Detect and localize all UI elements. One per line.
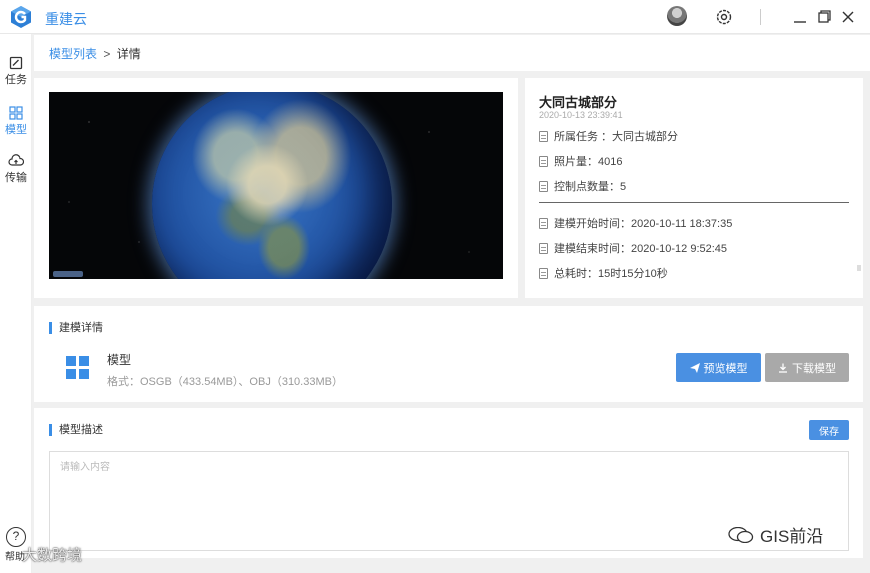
globe-image bbox=[152, 92, 392, 279]
build-detail-title: 建模详情 bbox=[49, 322, 103, 334]
model-title: 大同古城部分 bbox=[539, 95, 618, 110]
document-icon bbox=[539, 242, 548, 254]
info-divider bbox=[539, 202, 849, 203]
app-title: 重建云 bbox=[45, 11, 87, 27]
scrollbar-thumb[interactable] bbox=[857, 265, 861, 271]
document-icon bbox=[539, 180, 548, 192]
watermark-right-label: GIS前沿 bbox=[760, 527, 824, 546]
thumbnail-logo bbox=[53, 271, 83, 277]
sidebar-item-model[interactable]: 模型 bbox=[0, 106, 32, 146]
info-control-points-row: 控制点数量：5 bbox=[539, 178, 626, 194]
info-duration-row: 总耗时：15时15分10秒 bbox=[539, 265, 668, 281]
breadcrumb: 模型列表 > 详情 bbox=[34, 35, 870, 71]
watermark-right: GIS前沿 bbox=[728, 522, 823, 547]
sidebar-item-task[interactable]: 任务 bbox=[0, 56, 32, 96]
watermark-left: 大数跨境 bbox=[22, 546, 83, 564]
download-model-label: 下载模型 bbox=[792, 362, 836, 375]
info-start-time-row: 建模开始时间：2020-10-11 18:37:35 bbox=[539, 215, 732, 231]
info-end-time-row: 建模结束时间：2020-10-12 9:52:45 bbox=[539, 240, 727, 256]
model-created-date: 2020-10-13 23:39:41 bbox=[539, 110, 623, 120]
model-info-panel: 大同古城部分 2020-10-13 23:39:41 所属任务 ：大同古城部分 … bbox=[525, 78, 863, 298]
info-task-row: 所属任务 ：大同古城部分 bbox=[539, 128, 678, 144]
task-icon bbox=[9, 56, 23, 70]
title-bar: 重建云 bbox=[0, 0, 870, 34]
app-logo-icon bbox=[11, 6, 31, 28]
model-preview-panel bbox=[34, 78, 518, 298]
cloud-upload-icon bbox=[8, 154, 24, 166]
close-icon[interactable] bbox=[837, 6, 859, 28]
info-photos-row: 照片量：4016 bbox=[539, 153, 622, 169]
sidebar-item-transfer[interactable]: 传输 bbox=[0, 154, 32, 194]
sidebar-item-label: 任务 bbox=[5, 74, 27, 86]
download-icon bbox=[779, 363, 787, 373]
description-title: 模型描述 bbox=[49, 424, 103, 436]
info-end-time: 建模结束时间：2020-10-12 9:52:45 bbox=[554, 243, 728, 255]
wechat-icon bbox=[728, 526, 754, 543]
model-grid-icon bbox=[9, 106, 23, 120]
side-nav: 任务 模型 传输 bbox=[0, 34, 32, 573]
titlebar-divider bbox=[760, 9, 761, 25]
info-photos: 照片量：4016 bbox=[554, 156, 623, 168]
info-duration: 总耗时：15时15分10秒 bbox=[554, 268, 668, 280]
breadcrumb-model-list[interactable]: 模型列表 bbox=[49, 47, 97, 61]
build-detail-panel: 建模详情 模型 格式：OSGB（433.54MB）、OBJ（310.33MB） … bbox=[34, 306, 863, 402]
model-thumbnail[interactable] bbox=[49, 92, 503, 279]
breadcrumb-separator: > bbox=[103, 47, 111, 61]
breadcrumb-current: 详情 bbox=[116, 47, 141, 61]
document-icon bbox=[539, 155, 548, 167]
avatar[interactable] bbox=[667, 6, 687, 26]
info-task: 所属任务 ：大同古城部分 bbox=[554, 131, 679, 143]
sidebar-item-label: 模型 bbox=[5, 124, 27, 136]
document-icon bbox=[539, 267, 548, 279]
save-button[interactable]: 保存 bbox=[809, 420, 849, 440]
model-grid-icon bbox=[66, 356, 90, 380]
preview-model-label: 预览模型 bbox=[703, 362, 748, 375]
model-name: 模型 bbox=[107, 353, 132, 367]
send-icon bbox=[689, 362, 700, 373]
maximize-icon[interactable] bbox=[813, 6, 835, 28]
document-icon bbox=[539, 217, 548, 229]
document-icon bbox=[539, 130, 548, 142]
preview-model-button[interactable]: 预览模型 bbox=[676, 353, 761, 382]
sidebar-item-label: 传输 bbox=[5, 172, 27, 184]
download-model-button[interactable]: 下载模型 bbox=[765, 353, 849, 382]
gear-icon[interactable] bbox=[713, 6, 735, 28]
info-control-points: 控制点数量：5 bbox=[554, 181, 627, 193]
model-format: 格式：OSGB（433.54MB）、OBJ（310.33MB） bbox=[107, 376, 343, 388]
minimize-icon[interactable] bbox=[789, 6, 811, 28]
info-start-time: 建模开始时间：2020-10-11 18:37:35 bbox=[554, 218, 733, 230]
